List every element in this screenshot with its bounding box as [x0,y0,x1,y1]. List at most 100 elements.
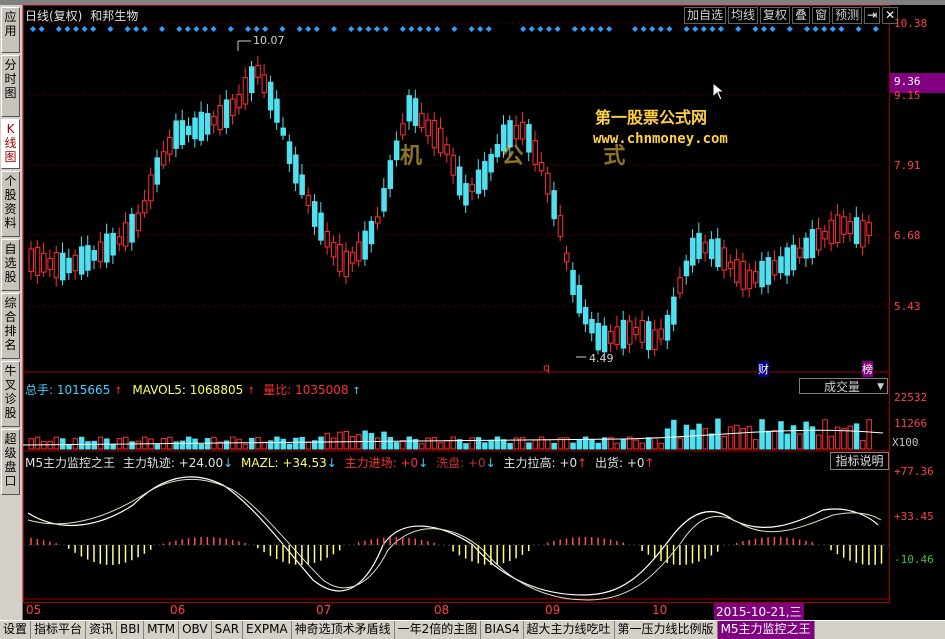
tab-timeshare[interactable]: 分时图 [1,55,20,117]
marker-rank[interactable]: 榜 [862,361,873,377]
indicator-enter: 主力进场: +0 [344,456,419,470]
tab-ranking[interactable]: 综合排名 [1,293,20,359]
volume-bar [154,444,160,450]
candle-body [639,320,646,343]
date-tick: 05 [26,603,42,617]
indicator-tick: -10.46 [894,553,934,566]
tab-diagnosis[interactable]: 牛叉诊股 [1,361,20,427]
tab-apps[interactable]: 应用 [1,7,20,53]
signal-diamond [159,26,165,32]
bottom-tab[interactable]: 超大主力线吃吐 [524,621,615,639]
signal-diamond [528,26,535,32]
collapse-icon[interactable]: ⇥ [864,7,881,24]
volume-bar [381,431,387,450]
candle-body [318,212,324,241]
indicator-name: M5主力监控之王 [25,456,115,470]
volume-bar [683,424,690,450]
volume-bar [400,440,406,450]
indicator-track: 主力轨迹: +24.00 [122,456,224,470]
bottom-tab[interactable]: 神奇选顶术矛盾线 [292,621,395,639]
signal-diamond [227,26,234,32]
candle-body [463,183,469,206]
forecast-button[interactable]: 预测 [832,7,863,24]
volume-bar [753,439,759,450]
signal-diamond [425,26,432,32]
signal-diamond [804,26,810,32]
signal-diamond [313,26,320,32]
volume-bar [343,430,349,450]
candle-body [702,241,709,254]
bottom-tab[interactable]: 资讯 [86,621,118,639]
bottom-tab[interactable]: 一年2倍的主图 [395,621,482,639]
candle-body [790,244,797,271]
signal-diamond [141,26,148,32]
signal-diamond [374,26,380,32]
candle-body [822,230,828,240]
candle-body [734,259,740,283]
main-force-track-line [27,476,879,596]
date-tick: 06 [170,603,186,617]
volume-bar [639,442,646,450]
candle-body [614,326,620,346]
volume-bar [255,436,261,450]
signal-diamond [417,26,423,32]
candle-body [658,328,664,340]
candle-body [759,260,765,288]
marker-finance[interactable]: 财 [758,361,769,377]
bottom-tab[interactable]: 指标平台 [31,621,87,639]
candle-body [242,77,249,105]
signal-diamond [597,26,604,32]
candle-body [860,220,866,248]
adjust-button[interactable]: 复权 [760,7,791,24]
volume-bar [406,436,412,450]
volume-bar [85,441,91,450]
candle-body [249,66,255,94]
volume-dropdown[interactable]: 成交量 ▼ [799,378,888,394]
overlay-button[interactable]: 叠 [792,7,811,24]
bottom-tab[interactable]: MTM [144,621,180,639]
bottom-tab[interactable]: OBV [179,621,212,639]
volume-bar [469,437,475,450]
candle-body [192,117,198,140]
tab-watchlist[interactable]: 自选股 [1,239,20,291]
bottom-tab[interactable]: 第一压力线比例版 [615,621,718,639]
signal-diamond [210,26,217,32]
signal-diamond [632,26,638,32]
volume-bar [488,439,494,450]
indicator-lift: 主力拉高: +0 [503,456,578,470]
tab-kline[interactable]: K线图 [1,119,20,169]
bottom-tab[interactable]: BBI [117,621,145,639]
current-price: 9.36 [894,75,921,88]
bottom-tab[interactable]: BIAS4 [481,621,524,639]
volume-bar [677,437,683,450]
candle-body [198,111,205,141]
bottom-tab[interactable]: EXPMA [243,621,292,639]
volume-bar [494,436,501,450]
indicator-header: M5主力监控之王 主力轨迹: +24.00↓ MAZL: +34.53↓ 主力进… [25,456,655,470]
date-tick: 08 [434,603,450,617]
tab-super-quote[interactable]: 超级盘口 [1,429,20,495]
candle-body [337,244,343,272]
high-price-label: 10.07 [253,34,285,47]
moving-average-button[interactable]: 均线 [728,7,759,24]
volume-bar [141,436,148,450]
candle-body [784,247,790,276]
volume-bar [784,433,790,450]
indicator-help-button[interactable]: 指标说明 [830,452,889,470]
candle-body [841,216,847,235]
bottom-tab[interactable]: 设置 [0,621,32,639]
add-watchlist-button[interactable]: 加自选 [684,7,727,24]
signal-diamond [571,26,578,32]
volume-bar [179,440,186,450]
signal-diamond [769,26,776,32]
signal-diamond [90,26,97,32]
candle-body [627,320,633,345]
bottom-tab[interactable]: SAR [212,621,244,639]
bottom-tab-active[interactable]: M5主力监控之王 [717,621,815,639]
candle-body [186,125,192,136]
kline-chart[interactable] [23,5,890,603]
candle-body [34,247,41,276]
candle-body [41,252,47,273]
window-button[interactable]: 窗 [812,7,831,24]
tab-stock-info[interactable]: 个股资料 [1,171,20,237]
